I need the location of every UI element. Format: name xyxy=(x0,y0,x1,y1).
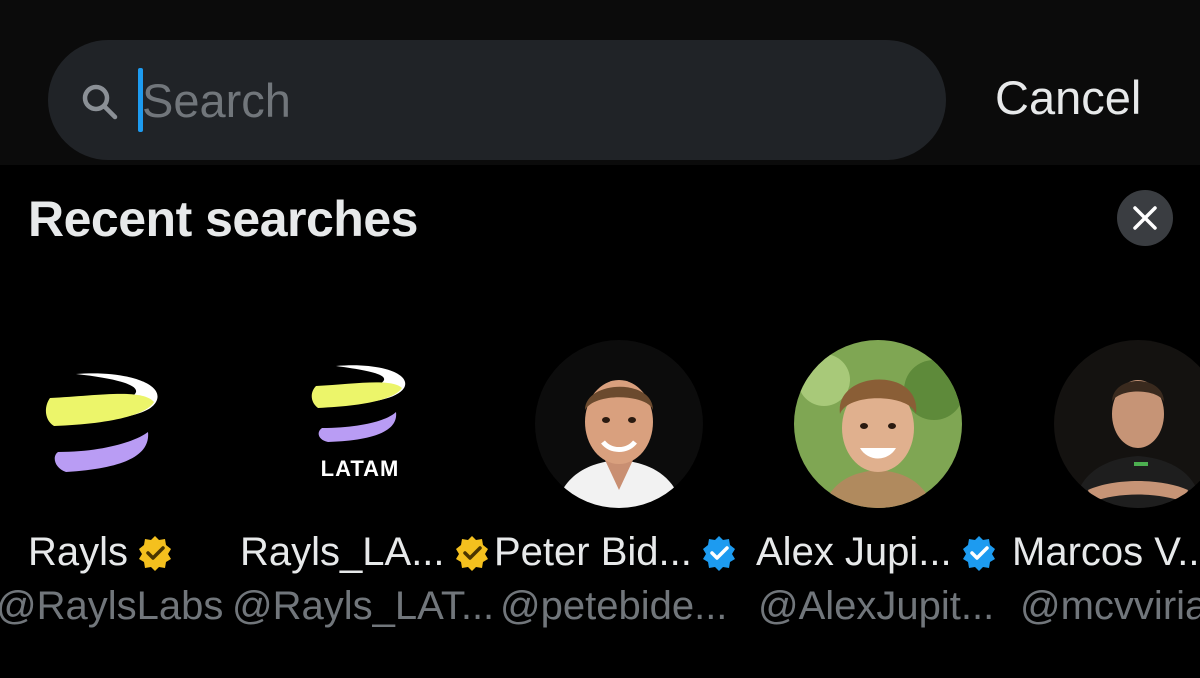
avatar xyxy=(535,340,703,508)
close-icon xyxy=(1133,206,1157,230)
cancel-button[interactable]: Cancel xyxy=(995,70,1141,125)
recent-item-peter[interactable]: Peter Bid... @petebide... xyxy=(494,340,758,640)
rayls-latam-mark xyxy=(311,365,406,442)
search-icon xyxy=(82,84,118,120)
recent-item-name-row: Peter Bid... xyxy=(494,530,738,575)
rayls-latam-logo-icon: LATAM xyxy=(276,340,444,508)
recent-item-handle: @AlexJupit... xyxy=(758,584,995,628)
recent-item-name-row: Alex Jupi... xyxy=(756,530,998,575)
blue-verified-icon xyxy=(702,535,735,571)
gold-verified-icon xyxy=(455,535,488,571)
recent-item-rayls[interactable]: Rayls @RaylsLabs xyxy=(0,340,264,640)
avatar xyxy=(794,340,962,508)
recent-item-rayls-latam[interactable]: LATAM Rayls_LA... @Rayls_LAT... xyxy=(232,340,504,640)
search-input[interactable] xyxy=(142,68,902,132)
recent-item-name: Marcos V... xyxy=(1012,530,1200,574)
recent-item-handle: @Rayls_LAT... xyxy=(232,584,495,628)
clear-recent-button[interactable] xyxy=(1117,190,1173,246)
recent-item-name-row: Rayls_LA... xyxy=(240,530,491,575)
recent-item-name: Rayls_LA... xyxy=(240,530,445,574)
latam-logo-text: LATAM xyxy=(320,456,400,481)
blue-verified-icon xyxy=(962,535,995,571)
gold-verified-icon xyxy=(139,535,172,571)
avatar xyxy=(1054,340,1200,508)
recent-item-name-row: Marcos V... xyxy=(1012,530,1200,575)
rayls-logo-icon xyxy=(16,340,184,508)
recent-searches-title: Recent searches xyxy=(28,191,418,247)
recent-item-name-row: Rayls xyxy=(28,530,174,575)
text-cursor xyxy=(138,68,143,132)
recent-item-alex[interactable]: Alex Jupi... @AlexJupit... xyxy=(756,340,1020,640)
recent-item-name: Rayls xyxy=(28,530,129,574)
recent-item-name: Peter Bid... xyxy=(494,530,692,574)
recent-item-handle: @RaylsLabs xyxy=(0,584,224,628)
recent-item-handle: @mcvviria xyxy=(1020,584,1200,628)
recent-item-marcos[interactable]: Marcos V... @mcvviria xyxy=(1012,340,1200,640)
recent-item-handle: @petebide... xyxy=(500,584,728,628)
recent-item-name: Alex Jupi... xyxy=(756,530,952,574)
